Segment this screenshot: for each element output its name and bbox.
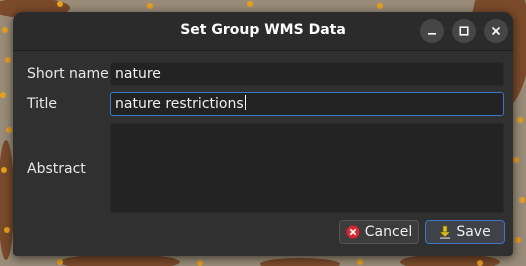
short-name-label: Short name [27, 66, 109, 82]
title-input[interactable]: nature restrictions [110, 92, 504, 116]
text-caret [244, 95, 246, 110]
maximize-icon [459, 26, 469, 36]
short-name-value: nature [115, 66, 161, 82]
save-arrow-icon [439, 225, 452, 239]
maximize-button[interactable] [452, 19, 476, 43]
cancel-icon [346, 225, 360, 239]
abstract-textarea[interactable] [110, 123, 504, 213]
save-button[interactable]: Save [425, 220, 505, 244]
minimize-button[interactable] [420, 19, 444, 43]
title-label: Title [27, 96, 58, 112]
minimize-icon [428, 33, 436, 35]
save-label: Save [456, 224, 491, 240]
dialog-titlebar: Set Group WMS Data [13, 12, 513, 51]
cancel-button[interactable]: Cancel [339, 220, 419, 244]
abstract-label: Abstract [27, 161, 86, 177]
title-value: nature restrictions [115, 96, 244, 112]
short-name-input[interactable]: nature [110, 62, 504, 86]
close-button[interactable] [484, 19, 508, 43]
close-icon [491, 26, 501, 36]
set-group-wms-data-dialog: Set Group WMS Data Short name nature Tit… [13, 12, 513, 256]
cancel-label: Cancel [364, 224, 413, 240]
